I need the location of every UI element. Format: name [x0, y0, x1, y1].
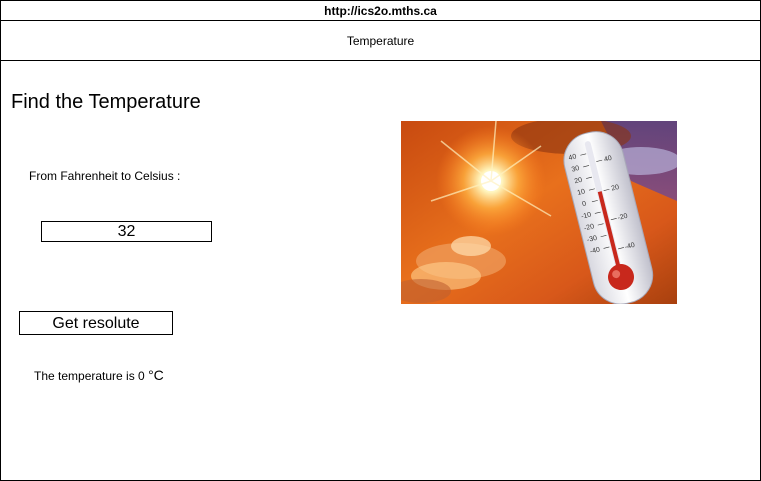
- app-frame: http://ics2o.mths.ca Temperature Find th…: [0, 0, 761, 481]
- get-result-button[interactable]: Get resolute: [19, 311, 173, 335]
- thermometer-sun-illustration: 40 30 20 10 0 -10 -20 -30 -40 40 20 -20 …: [401, 121, 677, 304]
- result-prefix: The temperature is 0: [34, 369, 149, 383]
- thermometer-sun-photo: 40 30 20 10 0 -10 -20 -30 -40 40 20 -20 …: [401, 121, 677, 304]
- result-text: The temperature is 0 °C: [34, 367, 164, 384]
- result-unit: °C: [148, 367, 164, 383]
- page-heading: Find the Temperature: [11, 91, 201, 113]
- url-bar: http://ics2o.mths.ca: [1, 1, 760, 21]
- conversion-label: From Fahrenheit to Celsius :: [29, 169, 181, 183]
- fahrenheit-input[interactable]: [41, 221, 212, 242]
- page-title-bar: Temperature: [1, 21, 760, 61]
